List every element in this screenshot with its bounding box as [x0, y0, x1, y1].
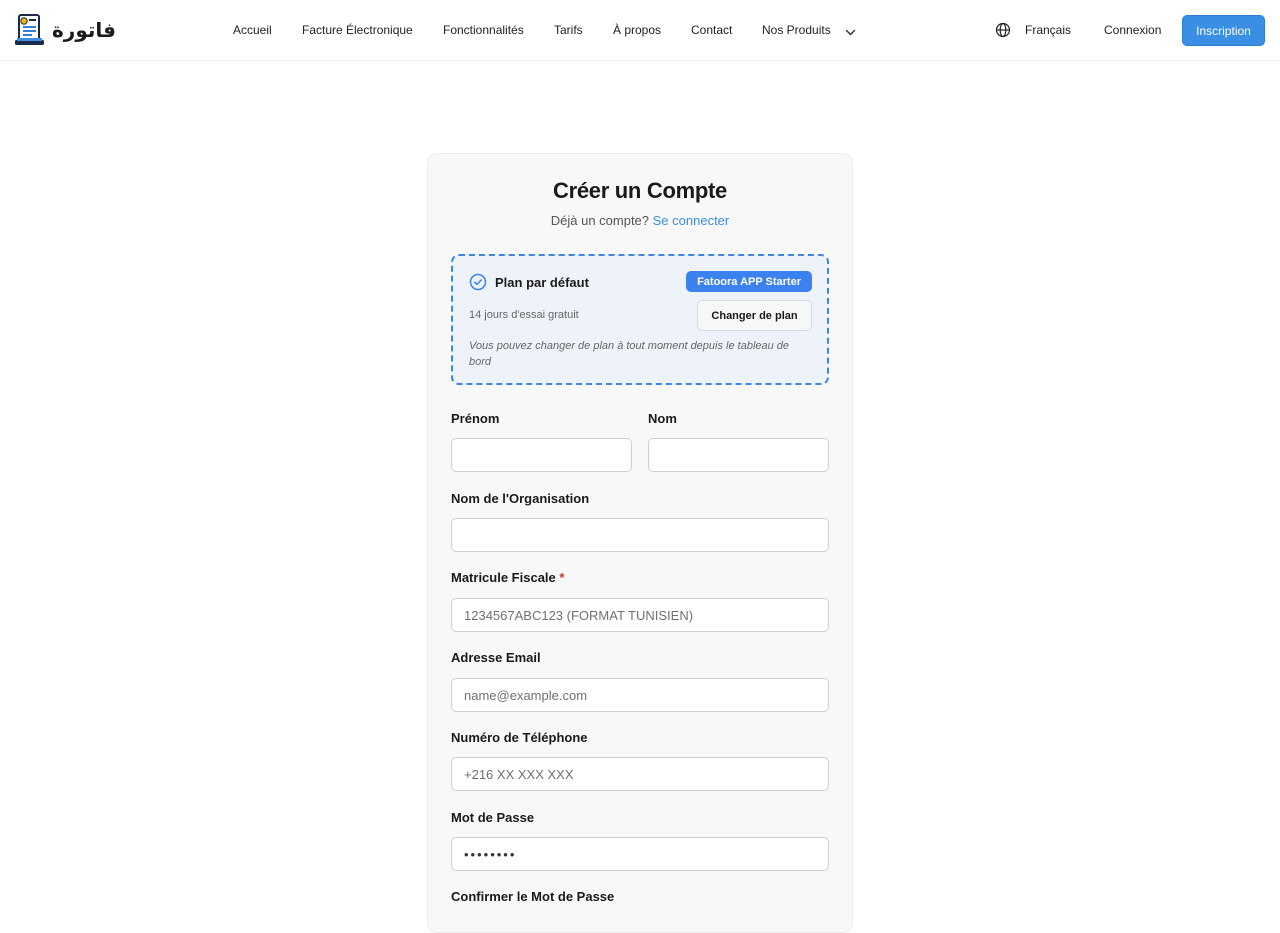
language-selector[interactable]: Français [1025, 22, 1071, 38]
nav-item-facture-electronique[interactable]: Facture Électronique [302, 22, 413, 38]
organization-label: Nom de l'Organisation [451, 491, 590, 506]
globe-icon[interactable] [995, 22, 1011, 38]
top-navbar: فاتورة Accueil Facture Électronique Fonc… [0, 0, 1280, 61]
signup-button[interactable]: Inscription [1182, 15, 1265, 46]
confirm-password-label: Confirmer le Mot de Passe [451, 889, 615, 904]
first-name-input[interactable] [451, 438, 632, 472]
phone-label: Numéro de Téléphone [451, 730, 588, 745]
plan-trial-text: 14 jours d'essai gratuit [469, 309, 579, 321]
email-input[interactable] [451, 678, 829, 712]
login-prompt: Déjà un compte? Se connecter [0, 213, 1280, 228]
nav-item-tarifs[interactable]: Tarifs [554, 22, 583, 38]
nav-item-nos-produits[interactable]: Nos Produits [762, 22, 831, 38]
invoice-laptop-icon [14, 13, 45, 47]
plan-note: Vous pouvez changer de plan à tout momen… [469, 340, 790, 368]
page-title: Créer un Compte [553, 178, 727, 203]
password-input[interactable]: •••••••• [451, 837, 829, 871]
login-link[interactable]: Connexion [1104, 22, 1161, 38]
tax-id-input[interactable] [451, 598, 829, 632]
password-label: Mot de Passe [451, 810, 535, 825]
check-circle-icon [469, 273, 487, 291]
organization-input[interactable] [451, 518, 829, 552]
nav-item-accueil[interactable]: Accueil [233, 22, 272, 38]
last-name-label: Nom [648, 411, 677, 426]
phone-input[interactable] [451, 757, 829, 791]
nav-item-contact[interactable]: Contact [691, 22, 732, 38]
change-plan-button[interactable]: Changer de plan [697, 300, 812, 331]
nav-item-fonctionnalites[interactable]: Fonctionnalités [443, 22, 524, 38]
last-name-input[interactable] [648, 438, 829, 472]
required-mark: * [559, 570, 565, 585]
tax-id-label: Matricule Fiscale * [451, 570, 564, 585]
first-name-label: Prénom [451, 411, 500, 426]
have-account-text: Déjà un compte? [550, 213, 650, 228]
tax-id-label-text: Matricule Fiscale [451, 570, 556, 585]
default-plan-box: Plan par défaut Fatoora APP Starter 14 j… [451, 254, 829, 385]
email-label: Adresse Email [451, 650, 541, 665]
brand-logo[interactable]: فاتورة [14, 13, 116, 47]
brand-name: فاتورة [52, 18, 116, 42]
chevron-down-icon[interactable] [845, 25, 856, 36]
plan-badge: Fatoora APP Starter [686, 271, 812, 292]
plan-title: Plan par défaut [495, 275, 589, 290]
nav-item-a-propos[interactable]: À propos [613, 22, 661, 38]
login-link-inline[interactable]: Se connecter [653, 213, 730, 228]
